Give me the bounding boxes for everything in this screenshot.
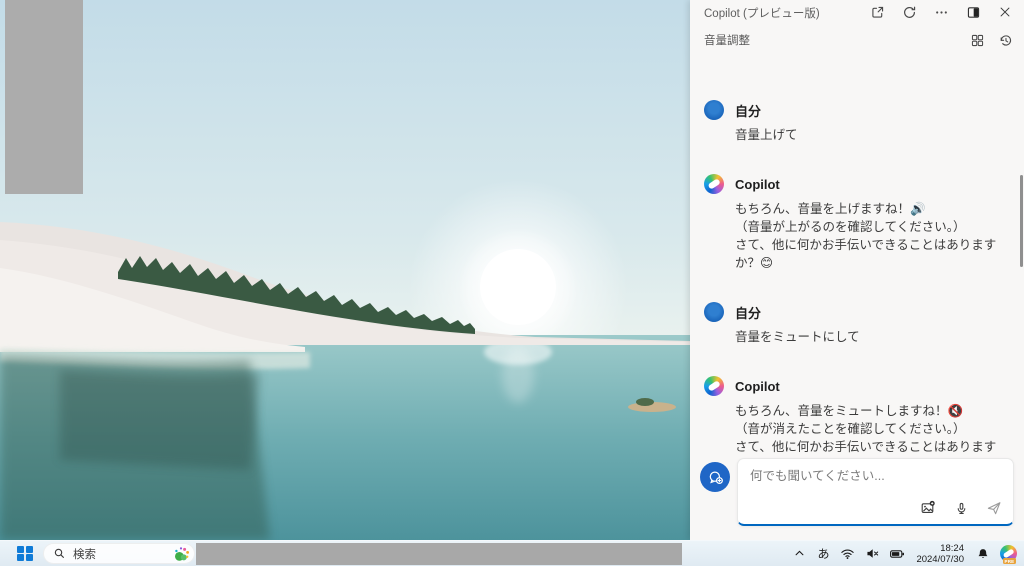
chat-message-copilot: Copilot もちろん、音量を上げますね！🔊 （音量が上がるのを確認してくださ… bbox=[704, 174, 1010, 272]
copilot-logo-icon bbox=[704, 174, 724, 194]
search-icon bbox=[53, 547, 66, 560]
message-author: Copilot bbox=[735, 177, 780, 192]
copilot-logo-icon bbox=[704, 376, 724, 396]
message-line: さて、他に何かお手伝いできることはありますか？😊 bbox=[735, 438, 1010, 458]
close-icon[interactable] bbox=[996, 3, 1014, 21]
screen: Copilot (プレビュー版) bbox=[0, 0, 1024, 566]
redacted-taskbar-region bbox=[196, 543, 682, 565]
notifications-bell-icon[interactable] bbox=[975, 546, 991, 562]
search-placeholder: 検索 bbox=[73, 546, 174, 562]
message-line: 音量上げて bbox=[735, 126, 1010, 144]
start-button[interactable] bbox=[13, 543, 37, 565]
battery-icon[interactable] bbox=[889, 546, 905, 562]
message-line: もちろん、音量をミュートしますね！🔇 bbox=[735, 402, 1010, 420]
copilot-side-panel: Copilot (プレビュー版) bbox=[690, 0, 1024, 540]
clock-time: 18:24 bbox=[940, 543, 964, 554]
message-line: さて、他に何かお手伝いできることはありますか？😊 bbox=[735, 236, 1010, 272]
split-view-icon[interactable] bbox=[964, 3, 982, 21]
volume-muted-icon[interactable] bbox=[864, 546, 880, 562]
microphone-icon[interactable] bbox=[952, 499, 970, 517]
copilot-preview-badge: PRE bbox=[1003, 558, 1016, 564]
chat-input-area bbox=[690, 458, 1024, 540]
message-line: 音量をミュートにして bbox=[735, 328, 1010, 346]
chat-message-user: 自分 音量をミュートにして bbox=[704, 302, 1010, 346]
message-author: 自分 bbox=[735, 101, 761, 120]
copilot-preview-icon[interactable]: PRE bbox=[1000, 545, 1017, 562]
message-author: 自分 bbox=[735, 303, 761, 322]
windows-logo-icon bbox=[17, 546, 32, 561]
wifi-icon[interactable] bbox=[839, 546, 855, 562]
user-avatar bbox=[704, 302, 724, 322]
chat-message-user: 自分 音量上げて bbox=[704, 100, 1010, 144]
panel-title: Copilot (プレビュー版) bbox=[704, 3, 868, 21]
clock-date: 2024/07/30 bbox=[916, 554, 964, 565]
add-image-icon[interactable] bbox=[919, 499, 937, 517]
new-topic-button[interactable] bbox=[700, 462, 730, 492]
chat-title: 音量調整 bbox=[704, 32, 968, 48]
chat-message-copilot: Copilot もちろん、音量をミュートしますね！🔇 （音が消えたことを確認して… bbox=[704, 376, 1010, 458]
more-options-icon[interactable] bbox=[932, 3, 950, 21]
refresh-icon[interactable] bbox=[900, 3, 918, 21]
chat-input[interactable] bbox=[750, 469, 1000, 483]
chat-input-card bbox=[737, 458, 1014, 526]
message-line: （音量が上がるのを確認してください。） bbox=[735, 218, 1010, 236]
chat-header: 音量調整 bbox=[690, 24, 1024, 52]
message-line: もちろん、音量を上げますね！🔊 bbox=[735, 200, 1010, 218]
system-tray: あ bbox=[791, 543, 1024, 565]
new-chat-grid-icon[interactable] bbox=[968, 31, 986, 49]
panel-scrollbar[interactable] bbox=[1020, 175, 1023, 267]
open-in-new-window-icon[interactable] bbox=[868, 3, 886, 21]
taskbar: 検索 あ bbox=[0, 540, 1024, 566]
chat-message-list[interactable]: 自分 音量上げて Copilot もちろん、音量を上げますね！🔊 （音量が上がる… bbox=[690, 54, 1024, 458]
taskbar-clock[interactable]: 18:24 2024/07/30 bbox=[914, 543, 966, 565]
taskbar-search[interactable]: 検索 bbox=[43, 543, 195, 564]
user-avatar bbox=[704, 100, 724, 120]
message-author: Copilot bbox=[735, 379, 780, 394]
search-highlights-icon bbox=[174, 546, 190, 562]
send-icon[interactable] bbox=[985, 499, 1003, 517]
panel-titlebar: Copilot (プレビュー版) bbox=[690, 0, 1024, 24]
history-icon[interactable] bbox=[996, 31, 1014, 49]
hidden-icons-chevron-icon[interactable] bbox=[791, 546, 807, 562]
redacted-desktop-region bbox=[5, 0, 83, 194]
message-line: （音が消えたことを確認してください。） bbox=[735, 420, 1010, 438]
desktop-wallpaper bbox=[0, 0, 690, 540]
ime-indicator[interactable]: あ bbox=[816, 545, 830, 562]
wallpaper-image bbox=[0, 0, 690, 540]
